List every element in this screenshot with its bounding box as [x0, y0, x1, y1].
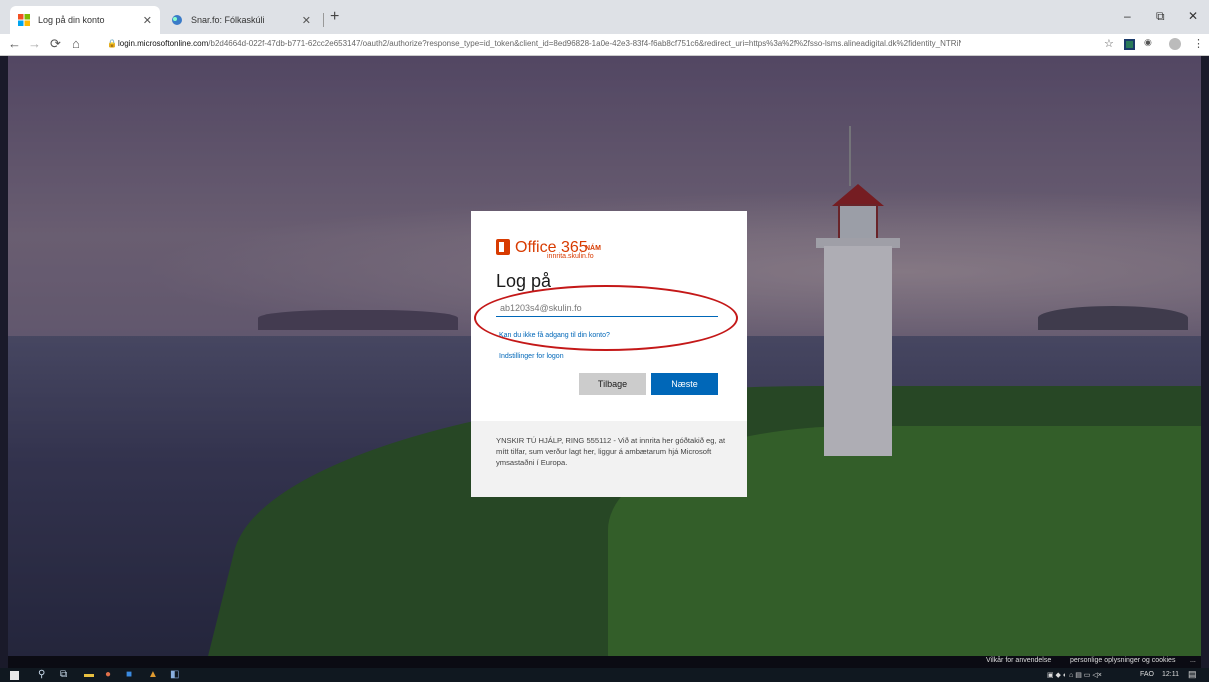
browser-toolbar: ← → ⟳ ⌂ 🔒 login.microsoftonline.com/b2d4…: [0, 34, 1209, 56]
more-link[interactable]: ...: [1190, 657, 1196, 664]
taskbar: ⚲ ⧉ ▬ ● ■ ▲ ◧ ▣ ◆ ◐ ⌂ ▤ ▭ ◁× FAO 12:11 ▤: [0, 668, 1209, 682]
tab-separator: [323, 13, 324, 27]
tab-snar-fo[interactable]: Snar.fo: Fólkaskúli ✕: [163, 6, 319, 34]
browser-taskbar-icon[interactable]: ●: [105, 669, 111, 680]
lock-icon: 🔒: [107, 39, 117, 48]
back-icon[interactable]: ←: [8, 36, 21, 51]
next-button[interactable]: Næste: [651, 373, 718, 395]
office-logo-icon: [496, 239, 510, 255]
extension-icon[interactable]: [1124, 39, 1135, 50]
terms-link[interactable]: Vilkår for anvendelse: [986, 657, 1051, 664]
language-indicator[interactable]: FAO: [1140, 671, 1154, 678]
privacy-link[interactable]: personlige oplysninger og cookies: [1070, 657, 1175, 664]
annotation-ellipse: [474, 285, 738, 351]
clock[interactable]: 12:11: [1162, 671, 1179, 678]
brand-subtitle: innrita.skulin.fo: [547, 253, 594, 260]
task-view-icon[interactable]: ⧉: [60, 669, 67, 680]
minimize-button[interactable]: –: [1124, 9, 1131, 23]
page-footer: Vilkår for anvendelse personlige oplysni…: [8, 656, 1201, 668]
extension-circle-icon[interactable]: ◉: [1144, 37, 1152, 48]
app-taskbar-icon[interactable]: ◧: [170, 669, 179, 680]
tab-close-icon[interactable]: ✕: [302, 14, 311, 27]
close-window-button[interactable]: ✕: [1188, 9, 1198, 23]
windows-start-icon[interactable]: [10, 671, 19, 680]
back-button[interactable]: Tilbage: [579, 373, 646, 395]
new-tab-button[interactable]: +: [330, 8, 339, 26]
bookmark-star-icon[interactable]: ☆: [1104, 37, 1114, 50]
login-card-footer: YNSKIR TÚ HJÁLP, RING 555112 - Við at in…: [471, 421, 747, 497]
reload-icon[interactable]: ⟳: [50, 36, 61, 52]
sign-in-options-link[interactable]: Indstillinger for logon: [499, 353, 564, 360]
menu-icon[interactable]: ⋮: [1193, 37, 1204, 50]
search-icon[interactable]: ⚲: [38, 669, 45, 680]
tab-close-icon[interactable]: ✕: [143, 14, 152, 27]
restore-button[interactable]: ⧉: [1156, 9, 1165, 24]
browser-tab-strip: Log på din konto ✕ Snar.fo: Fólkaskúli ✕…: [0, 0, 1209, 34]
notifications-icon[interactable]: ▤: [1188, 669, 1197, 680]
forward-icon[interactable]: →: [28, 36, 41, 51]
app-taskbar-icon[interactable]: ▲: [148, 669, 158, 680]
brand-superscript: NÁM: [585, 245, 601, 252]
tab-log-pa-din-konto[interactable]: Log på din konto ✕: [10, 6, 160, 34]
login-card: Office 365 NÁM innrita.skulin.fo Log på …: [471, 211, 747, 497]
url-host: login.microsoftonline.com: [118, 39, 209, 48]
home-icon[interactable]: ⌂: [72, 36, 80, 51]
url-path: /b2d4664d-022f-47db-b771-62cc2e653147/oa…: [208, 39, 961, 48]
help-text: YNSKIR TÚ HJÁLP, RING 555112 - Við at in…: [496, 436, 726, 467]
tab-title: Snar.fo: Fólkaskúli: [191, 15, 265, 25]
microsoft-favicon-icon: [18, 14, 30, 26]
tab-title: Log på din konto: [38, 15, 105, 25]
snar-favicon-icon: [171, 14, 183, 26]
app-taskbar-icon[interactable]: ■: [126, 669, 132, 680]
tray-icons[interactable]: ▣ ◆ ◐ ⌂ ▤ ▭ ◁×: [1047, 671, 1102, 679]
address-bar[interactable]: login.microsoftonline.com/b2d4664d-022f-…: [118, 39, 961, 51]
file-explorer-icon[interactable]: ▬: [84, 669, 94, 680]
profile-avatar[interactable]: [1169, 38, 1181, 50]
